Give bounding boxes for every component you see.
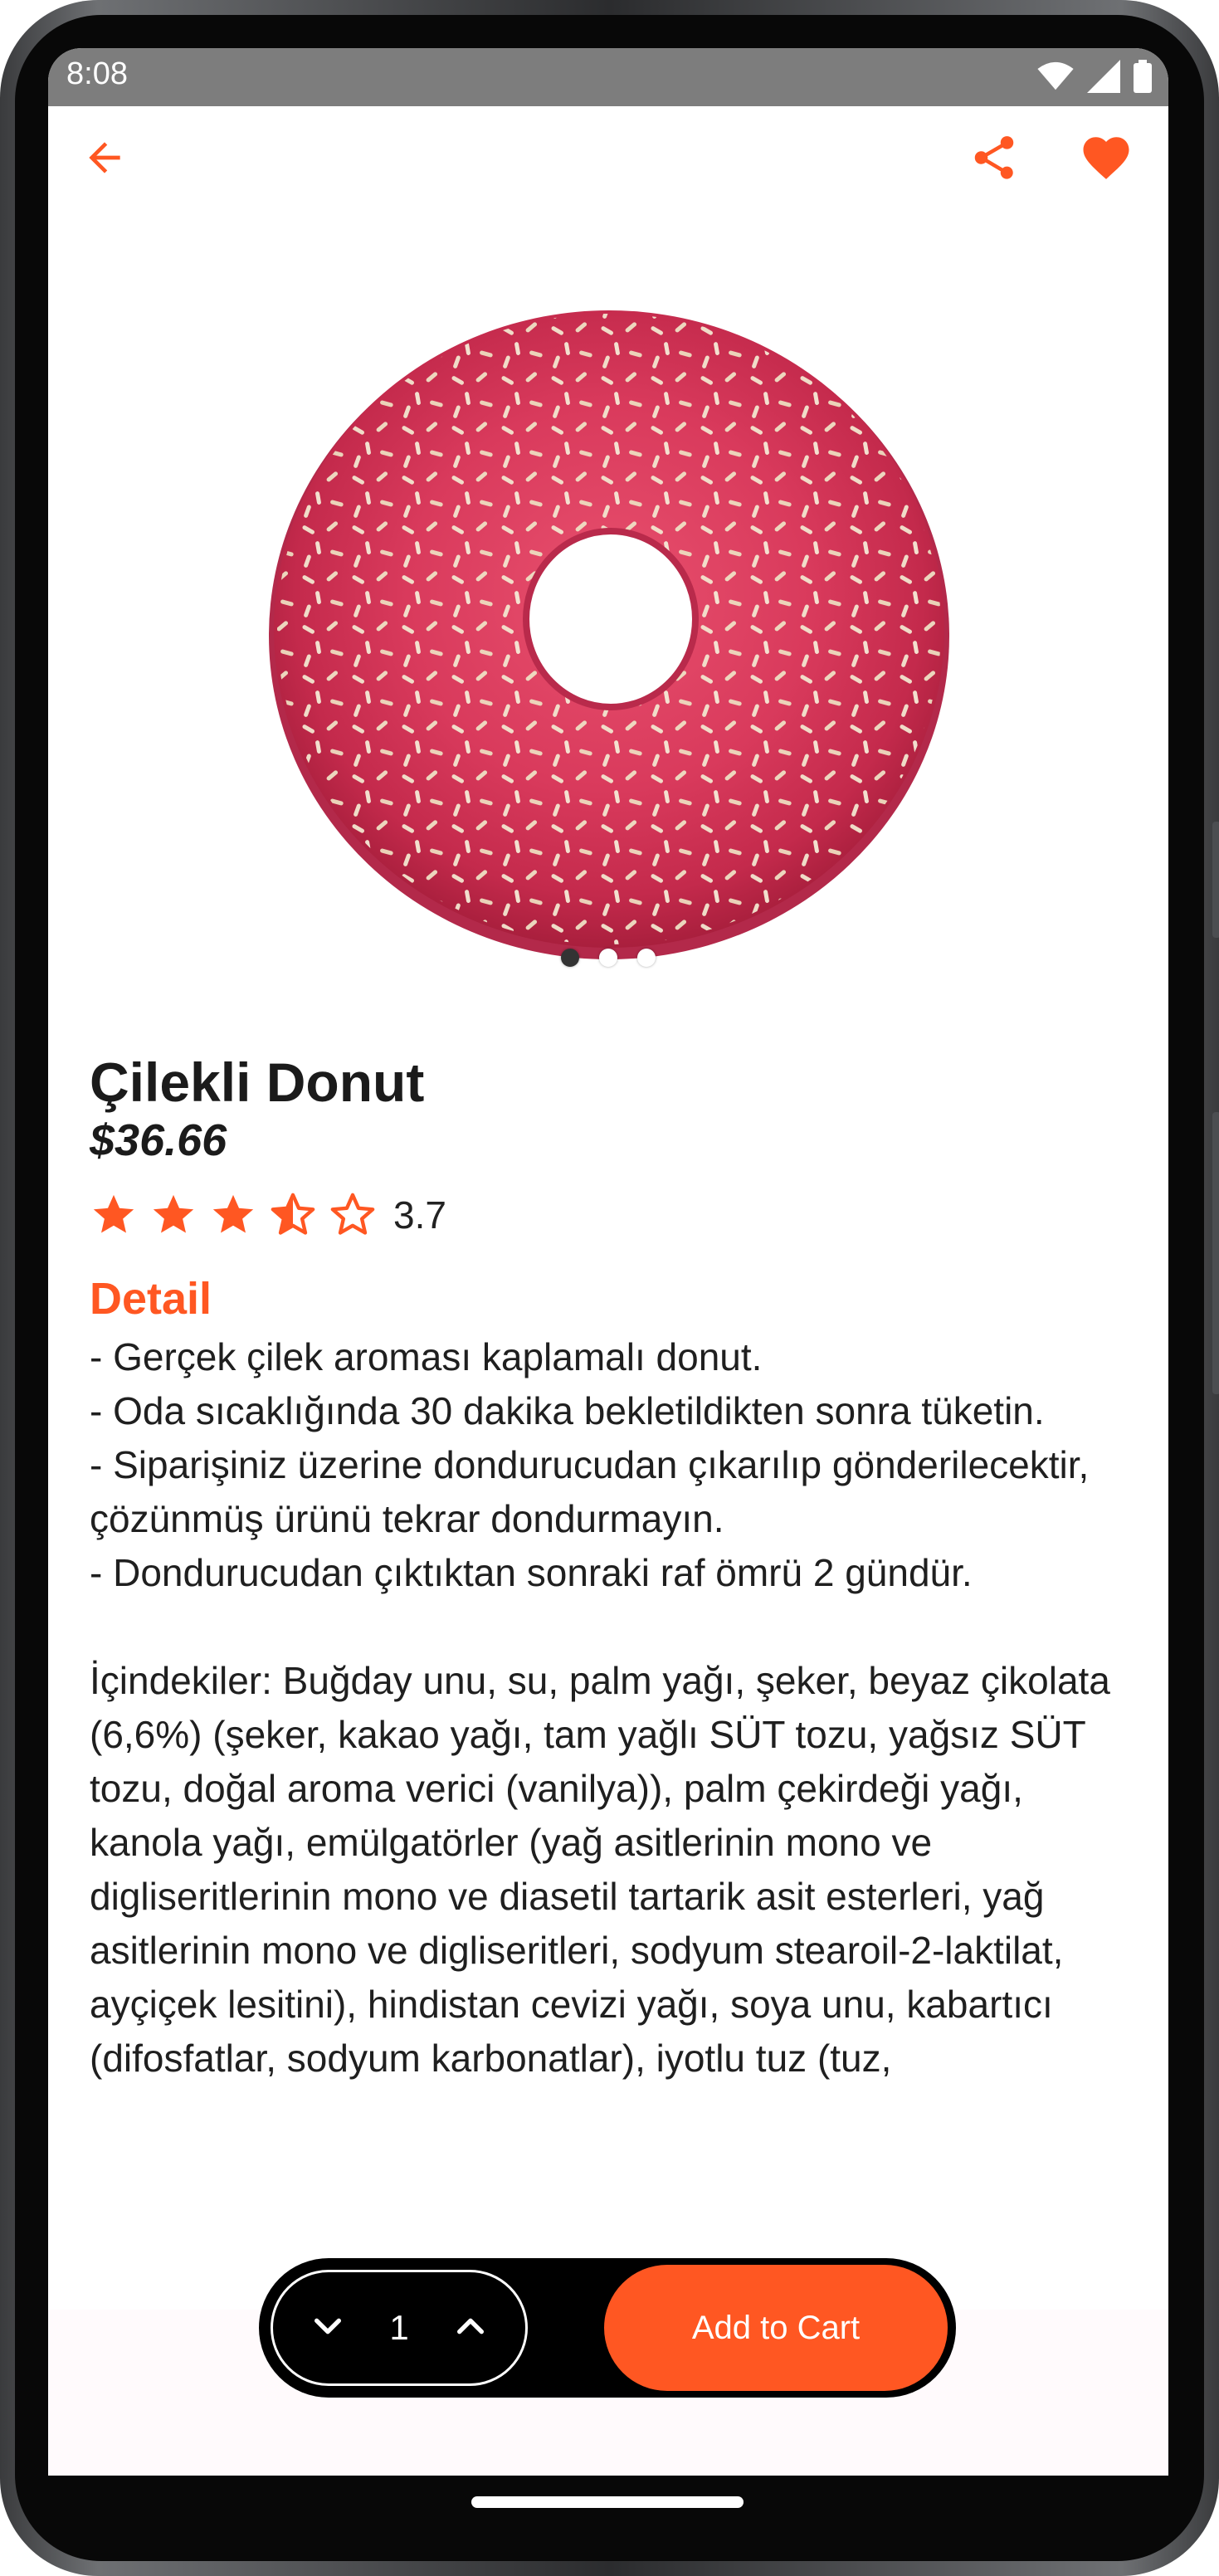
- favorite-button[interactable]: [1073, 124, 1139, 191]
- rating-stars: [90, 1191, 377, 1239]
- cart-action-bar: 1 Add to Cart: [259, 2258, 956, 2398]
- detail-description: - Gerçek çilek aroması kaplamalı donut. …: [90, 1335, 1110, 2081]
- carousel-indicator: [48, 949, 1168, 967]
- star-full-icon: [212, 1194, 254, 1233]
- product-rating: 3.7: [90, 1183, 1135, 1247]
- signal-icon: [1087, 60, 1120, 93]
- quantity-value: 1: [389, 2308, 409, 2347]
- product-price: $36.66: [90, 1115, 227, 1165]
- carousel-dot[interactable]: [561, 949, 579, 967]
- battery-icon: [1134, 60, 1152, 93]
- star-full-icon: [93, 1194, 134, 1233]
- status-time: 8:08: [66, 56, 128, 91]
- top-app-bar: [48, 106, 1168, 222]
- volume-button: [1212, 822, 1219, 938]
- carousel-dot[interactable]: [637, 949, 656, 967]
- app-screen: 8:08 Çilekli Donut $36.66 3.7 Detail - G…: [48, 48, 1168, 2476]
- wifi-icon: [1037, 61, 1074, 90]
- chevron-down-icon: [315, 2318, 341, 2334]
- star-half-icon: [271, 1193, 315, 1235]
- decrease-quantity-button[interactable]: [311, 2310, 344, 2347]
- share-icon: [974, 136, 1014, 179]
- share-button[interactable]: [961, 124, 1027, 191]
- rating-value: 3.7: [393, 1193, 446, 1237]
- status-bar: 8:08: [48, 48, 1168, 106]
- power-button: [1212, 1112, 1219, 1394]
- carousel-dot[interactable]: [599, 949, 617, 967]
- phone-frame: 8:08 Çilekli Donut $36.66 3.7 Detail - G…: [0, 0, 1219, 2576]
- product-details-scroll[interactable]: Çilekli Donut $36.66 3.7 Detail - Gerçek…: [48, 1052, 1168, 2310]
- add-to-cart-button[interactable]: Add to Cart: [604, 2265, 948, 2391]
- status-icons: [1037, 60, 1152, 93]
- chevron-up-icon: [456, 2318, 484, 2334]
- product-image-carousel[interactable]: [48, 222, 1168, 1036]
- home-indicator[interactable]: [471, 2496, 744, 2508]
- increase-quantity-button[interactable]: [454, 2310, 487, 2347]
- product-details: Çilekli Donut $36.66 3.7 Detail - Gerçek…: [90, 1052, 1135, 2086]
- star-full-icon: [153, 1194, 194, 1233]
- quantity-stepper: 1: [271, 2270, 528, 2386]
- arrow-back-icon: [89, 142, 120, 173]
- back-button[interactable]: [71, 124, 138, 191]
- heart-icon: [1083, 137, 1129, 179]
- product-title: Çilekli Donut: [90, 1052, 425, 1113]
- star-empty-icon: [330, 1193, 375, 1235]
- detail-heading: Detail: [90, 1273, 212, 1324]
- product-image: [269, 310, 949, 959]
